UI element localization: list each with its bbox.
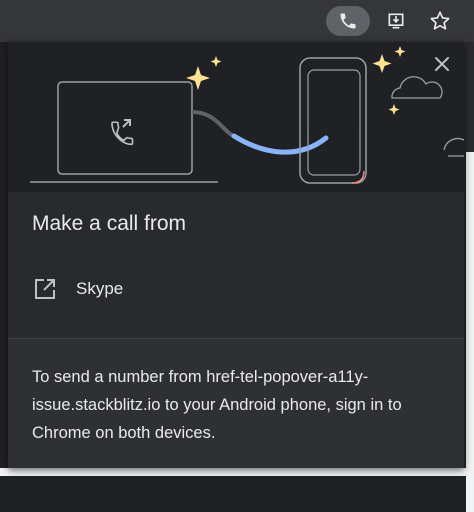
phone-forward-icon (112, 120, 132, 144)
page-edge (464, 42, 474, 476)
phone-icon (338, 11, 358, 31)
bookmark-star-button[interactable] (418, 6, 462, 36)
browser-toolbar (0, 0, 474, 42)
install-app-button[interactable] (374, 6, 418, 36)
star-icon (429, 10, 451, 32)
illustration (8, 42, 464, 192)
call-illustration (8, 42, 464, 192)
page-background-strip (466, 152, 474, 512)
footer-message: To send a number from href-tel-popover-a… (32, 363, 442, 447)
click-to-call-popover: Make a call from Skype To send a number … (8, 42, 464, 468)
click-to-call-button[interactable] (326, 6, 370, 36)
install-icon (386, 11, 406, 31)
popover-footer: To send a number from href-tel-popover-a… (8, 338, 464, 468)
close-icon (434, 56, 450, 72)
call-option-skype[interactable]: Skype (32, 274, 440, 304)
close-button[interactable] (430, 52, 454, 76)
page-bottom-strip (0, 468, 474, 476)
call-option-label: Skype (76, 279, 123, 299)
popover-title: Make a call from (32, 212, 186, 236)
open-in-new-icon (32, 276, 58, 302)
